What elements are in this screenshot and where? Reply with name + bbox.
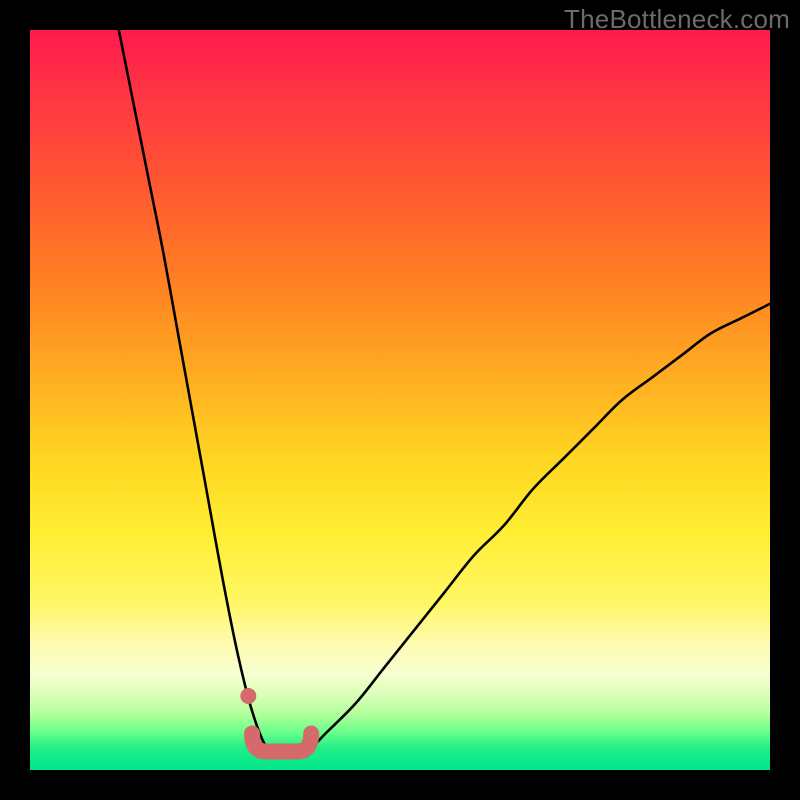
bottleneck-curve — [119, 30, 770, 756]
watermark-text: TheBottleneck.com — [564, 4, 790, 35]
chart-frame: TheBottleneck.com — [0, 0, 800, 800]
marker-dot — [240, 688, 256, 704]
curve-layer — [30, 30, 770, 770]
plot-area — [30, 30, 770, 770]
